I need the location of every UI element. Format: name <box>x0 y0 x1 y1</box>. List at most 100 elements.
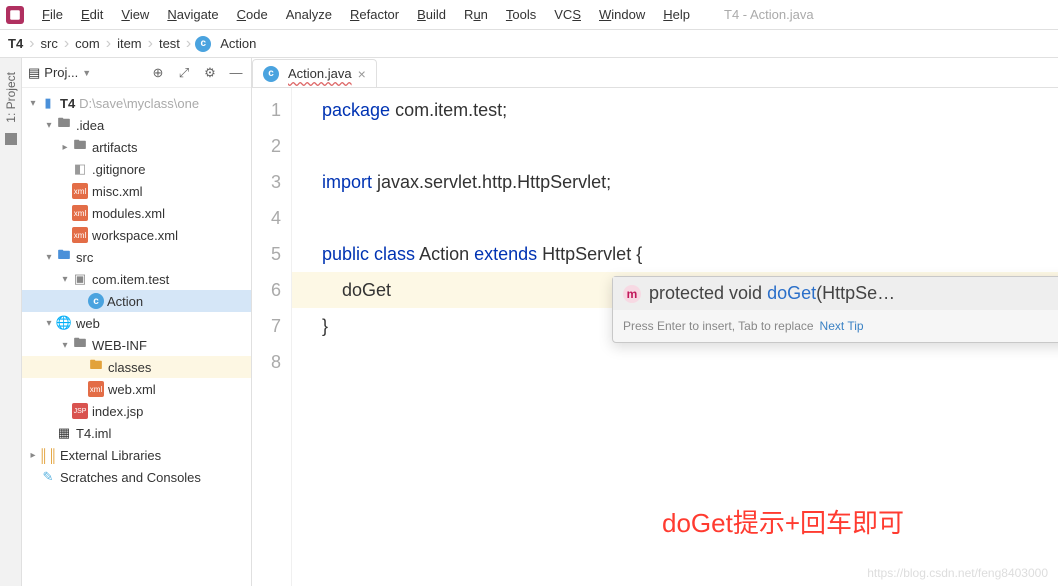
chevron-down-icon[interactable]: ▾ <box>58 274 72 285</box>
tree-workspace[interactable]: xml workspace.xml <box>22 224 251 246</box>
app-logo-icon <box>6 6 24 24</box>
tool-window-strip: 1: Project <box>0 58 22 586</box>
tree-modules[interactable]: xml modules.xml <box>22 202 251 224</box>
locate-icon[interactable]: ⊕ <box>149 64 167 82</box>
code-token: javax.servlet.http.HttpServlet; <box>372 172 611 192</box>
line-number: 7 <box>252 308 281 344</box>
gear-icon[interactable]: ⚙ <box>201 64 219 82</box>
menu-view[interactable]: View <box>113 5 157 24</box>
tree-label: .idea <box>76 118 104 133</box>
crumb-com[interactable]: com <box>73 36 102 51</box>
hide-icon[interactable]: — <box>227 64 245 82</box>
tree-classes[interactable]: 🖿 classes <box>22 356 251 378</box>
source-folder-icon: 🖿 <box>56 249 72 265</box>
code-token: com.item.test; <box>390 100 507 120</box>
completion-popup[interactable]: m protected void doGet(HttpSe… HttpServl… <box>612 276 1058 343</box>
project-view-icon: ▤ <box>28 65 40 81</box>
tree-gitignore[interactable]: ◧ .gitignore <box>22 158 251 180</box>
tree-idea[interactable]: ▾ 🖿 .idea <box>22 114 251 136</box>
tree-webxml[interactable]: xml web.xml <box>22 378 251 400</box>
menu-tools[interactable]: Tools <box>498 5 544 24</box>
crumb-test[interactable]: test <box>157 36 182 51</box>
folder-icon: 🖿 <box>72 139 88 155</box>
code-token: import <box>322 172 372 192</box>
iml-icon: ▦ <box>56 425 72 441</box>
completion-next-tip-link[interactable]: Next Tip <box>820 319 864 333</box>
xml-icon: xml <box>88 381 104 397</box>
package-icon: ▣ <box>72 271 88 287</box>
method-icon: m <box>623 285 641 303</box>
completion-item[interactable]: m protected void doGet(HttpSe… HttpServl… <box>613 277 1058 310</box>
watermark: https://blog.csdn.net/feng8403000 <box>867 566 1048 580</box>
tree-label: modules.xml <box>92 206 165 221</box>
tree-external-libraries[interactable]: ▸ ║║ External Libraries <box>22 444 251 466</box>
tree-label: T4 <box>60 96 75 111</box>
chevron-down-icon[interactable]: ▾ <box>42 318 56 329</box>
code-token: } <box>322 316 328 336</box>
tree-misc[interactable]: xml misc.xml <box>22 180 251 202</box>
tab-action-java[interactable]: c Action.java × <box>252 59 377 87</box>
tree-webinf[interactable]: ▾ 🖿 WEB-INF <box>22 334 251 356</box>
line-number: 5 <box>252 236 281 272</box>
menu-window[interactable]: Window <box>591 5 653 24</box>
editor-area: c Action.java × 1 2 3 4 5 6 7 8 package … <box>252 58 1058 586</box>
tree-root[interactable]: ▾ ▮ T4 D:\save\myclass\one <box>22 92 251 114</box>
tree-path: D:\save\myclass\one <box>79 96 199 111</box>
menu-refactor[interactable]: Refactor <box>342 5 407 24</box>
expand-icon[interactable]: ⤢ <box>175 64 193 82</box>
menu-file[interactable]: File <box>34 5 71 24</box>
chevron-down-icon[interactable]: ▾ <box>42 120 56 131</box>
tool-tab-project[interactable]: 1: Project <box>4 72 18 123</box>
tree-iml[interactable]: ▦ T4.iml <box>22 422 251 444</box>
line-number: 8 <box>252 344 281 380</box>
tree-action-class[interactable]: c Action <box>22 290 251 312</box>
editor-tabs: c Action.java × <box>252 58 1058 88</box>
scratches-icon: ✎ <box>40 469 56 485</box>
tree-label: web <box>76 316 100 331</box>
menu-navigate[interactable]: Navigate <box>159 5 226 24</box>
project-panel-header: ▤ Proj... ▼ ⊕ ⤢ ⚙ — <box>22 58 251 88</box>
gutter: 1 2 3 4 5 6 7 8 <box>252 88 292 586</box>
menu-edit[interactable]: Edit <box>73 5 111 24</box>
tool-tab-structure-icon[interactable] <box>5 133 17 145</box>
line-number: 4 <box>252 200 281 236</box>
tree-label: Action <box>107 294 143 309</box>
menu-help[interactable]: Help <box>655 5 698 24</box>
tree-package[interactable]: ▾ ▣ com.item.test <box>22 268 251 290</box>
chevron-down-icon[interactable]: ▾ <box>42 252 56 263</box>
crumb-src[interactable]: src <box>39 36 60 51</box>
annotation-overlay: doGet提示+回车即可 <box>662 503 904 540</box>
close-icon[interactable]: × <box>358 66 366 82</box>
tree-artifacts[interactable]: ▸ 🖿 artifacts <box>22 136 251 158</box>
crumb-item[interactable]: item <box>115 36 144 51</box>
chevron-down-icon[interactable]: ▾ <box>26 98 40 109</box>
crumb-project[interactable]: T4 <box>6 36 25 51</box>
project-tree[interactable]: ▾ ▮ T4 D:\save\myclass\one ▾ 🖿 .idea ▸ 🖿… <box>22 88 251 586</box>
menu-vcs[interactable]: VCS <box>546 5 589 24</box>
tree-label: com.item.test <box>92 272 169 287</box>
class-icon: c <box>195 36 211 52</box>
menu-code[interactable]: Code <box>229 5 276 24</box>
tree-label: artifacts <box>92 140 138 155</box>
tree-src[interactable]: ▾ 🖿 src <box>22 246 251 268</box>
menu-run[interactable]: Run <box>456 5 496 24</box>
jsp-icon: JSP <box>72 403 88 419</box>
line-number: 2 <box>252 128 281 164</box>
folder-icon: 🖿 <box>88 359 104 375</box>
tree-label: index.jsp <box>92 404 143 419</box>
chevron-right-icon[interactable]: ▸ <box>58 142 72 153</box>
tree-web[interactable]: ▾ 🌐 web <box>22 312 251 334</box>
breadcrumb-sep-icon: › <box>106 35 111 53</box>
chevron-down-icon[interactable]: ▼ <box>82 68 91 78</box>
web-folder-icon: 🌐 <box>56 315 72 331</box>
project-panel-title[interactable]: Proj... <box>44 65 78 80</box>
library-icon: ║║ <box>40 447 56 463</box>
tree-indexjsp[interactable]: JSP index.jsp <box>22 400 251 422</box>
menu-build[interactable]: Build <box>409 5 454 24</box>
crumb-class[interactable]: Action <box>218 36 258 51</box>
folder-icon: 🖿 <box>56 117 72 133</box>
chevron-down-icon[interactable]: ▾ <box>58 340 72 351</box>
xml-icon: xml <box>72 183 88 199</box>
menu-analyze[interactable]: Analyze <box>278 5 340 24</box>
tree-scratches[interactable]: ✎ Scratches and Consoles <box>22 466 251 488</box>
